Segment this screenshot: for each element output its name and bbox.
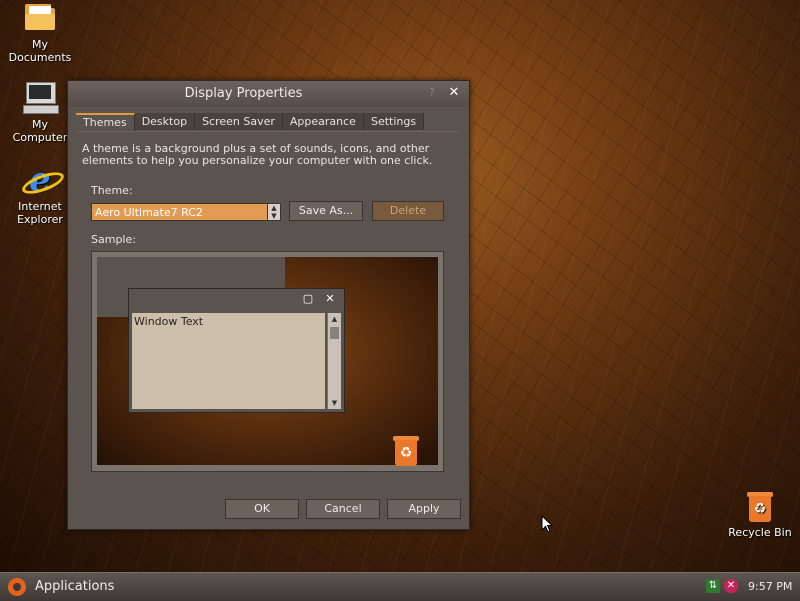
tab-appearance[interactable]: Appearance bbox=[282, 113, 364, 130]
scroll-down-icon: ▼ bbox=[331, 399, 338, 407]
chevron-up-icon: ▲ bbox=[271, 204, 277, 212]
desktop-icon-label: Documents bbox=[8, 51, 72, 64]
ok-button[interactable]: OK bbox=[225, 499, 299, 519]
theme-description: A theme is a background plus a set of so… bbox=[82, 142, 433, 167]
scroll-thumb bbox=[330, 327, 339, 339]
ubuntu-logo-icon[interactable] bbox=[8, 578, 26, 596]
sample-window-titlebar: ▢ ✕ bbox=[129, 289, 344, 311]
close-icon: ✕ bbox=[325, 292, 335, 305]
apply-button[interactable]: Apply bbox=[387, 499, 461, 519]
help-icon[interactable]: ? bbox=[424, 85, 440, 101]
cancel-button[interactable]: Cancel bbox=[306, 499, 380, 519]
recycle-bin-icon: ♻ bbox=[743, 490, 777, 522]
sample-label: Sample: bbox=[91, 233, 136, 246]
network-icon[interactable]: ⇅ bbox=[706, 579, 720, 593]
sample-active-window: ▢ ✕ Window Text ▲ ▼ bbox=[128, 288, 345, 413]
scroll-up-icon: ▲ bbox=[331, 315, 338, 323]
sample-preview: ▢ ✕ Window Text ▲ ▼ ♻ bbox=[91, 251, 444, 472]
delete-button[interactable]: Delete bbox=[372, 201, 444, 221]
desktop-icon-label: My bbox=[31, 38, 48, 51]
tab-screen-saver[interactable]: Screen Saver bbox=[195, 113, 283, 130]
theme-select-spinner[interactable]: ▲ ▼ bbox=[267, 203, 281, 221]
recycle-bin-icon: ♻ bbox=[389, 434, 419, 466]
desktop-icon-recycle-bin[interactable]: ♻ Recycle Bin bbox=[720, 490, 800, 539]
maximize-icon: ▢ bbox=[302, 292, 314, 305]
internet-explorer-icon: e bbox=[19, 163, 67, 199]
sample-window-content: Window Text bbox=[132, 313, 325, 409]
folder-icon bbox=[23, 2, 57, 34]
dialog-title: Display Properties bbox=[184, 86, 303, 101]
display-properties-dialog: Display Properties ? ✕ Themes Desktop Sc… bbox=[67, 80, 470, 530]
computer-icon bbox=[23, 82, 59, 114]
taskbar: Applications ⇅ ✕ 9:57 PM bbox=[0, 572, 800, 601]
sample-scrollbar: ▲ ▼ bbox=[327, 313, 341, 409]
tab-desktop[interactable]: Desktop bbox=[134, 113, 196, 130]
tab-strip: Themes Desktop Screen Saver Appearance S… bbox=[76, 113, 425, 132]
tab-themes[interactable]: Themes bbox=[76, 113, 135, 132]
desktop-icon-my-documents[interactable]: My Documents bbox=[0, 2, 80, 64]
dialog-titlebar[interactable]: Display Properties ? ✕ bbox=[68, 81, 469, 107]
theme-select[interactable]: Aero Ultimate7 RC2 bbox=[91, 203, 281, 221]
save-as-button[interactable]: Save As... bbox=[289, 201, 363, 221]
chevron-down-icon: ▼ bbox=[271, 212, 277, 220]
security-shield-icon[interactable]: ✕ bbox=[724, 579, 738, 593]
desktop-icon-label: Recycle Bin bbox=[728, 526, 792, 539]
tab-settings[interactable]: Settings bbox=[363, 113, 425, 130]
applications-menu[interactable]: Applications bbox=[35, 579, 114, 594]
mouse-cursor-icon bbox=[541, 515, 554, 533]
clock[interactable]: 9:57 PM bbox=[748, 580, 792, 593]
close-button[interactable]: ✕ bbox=[446, 85, 462, 101]
theme-label: Theme: bbox=[91, 184, 133, 197]
